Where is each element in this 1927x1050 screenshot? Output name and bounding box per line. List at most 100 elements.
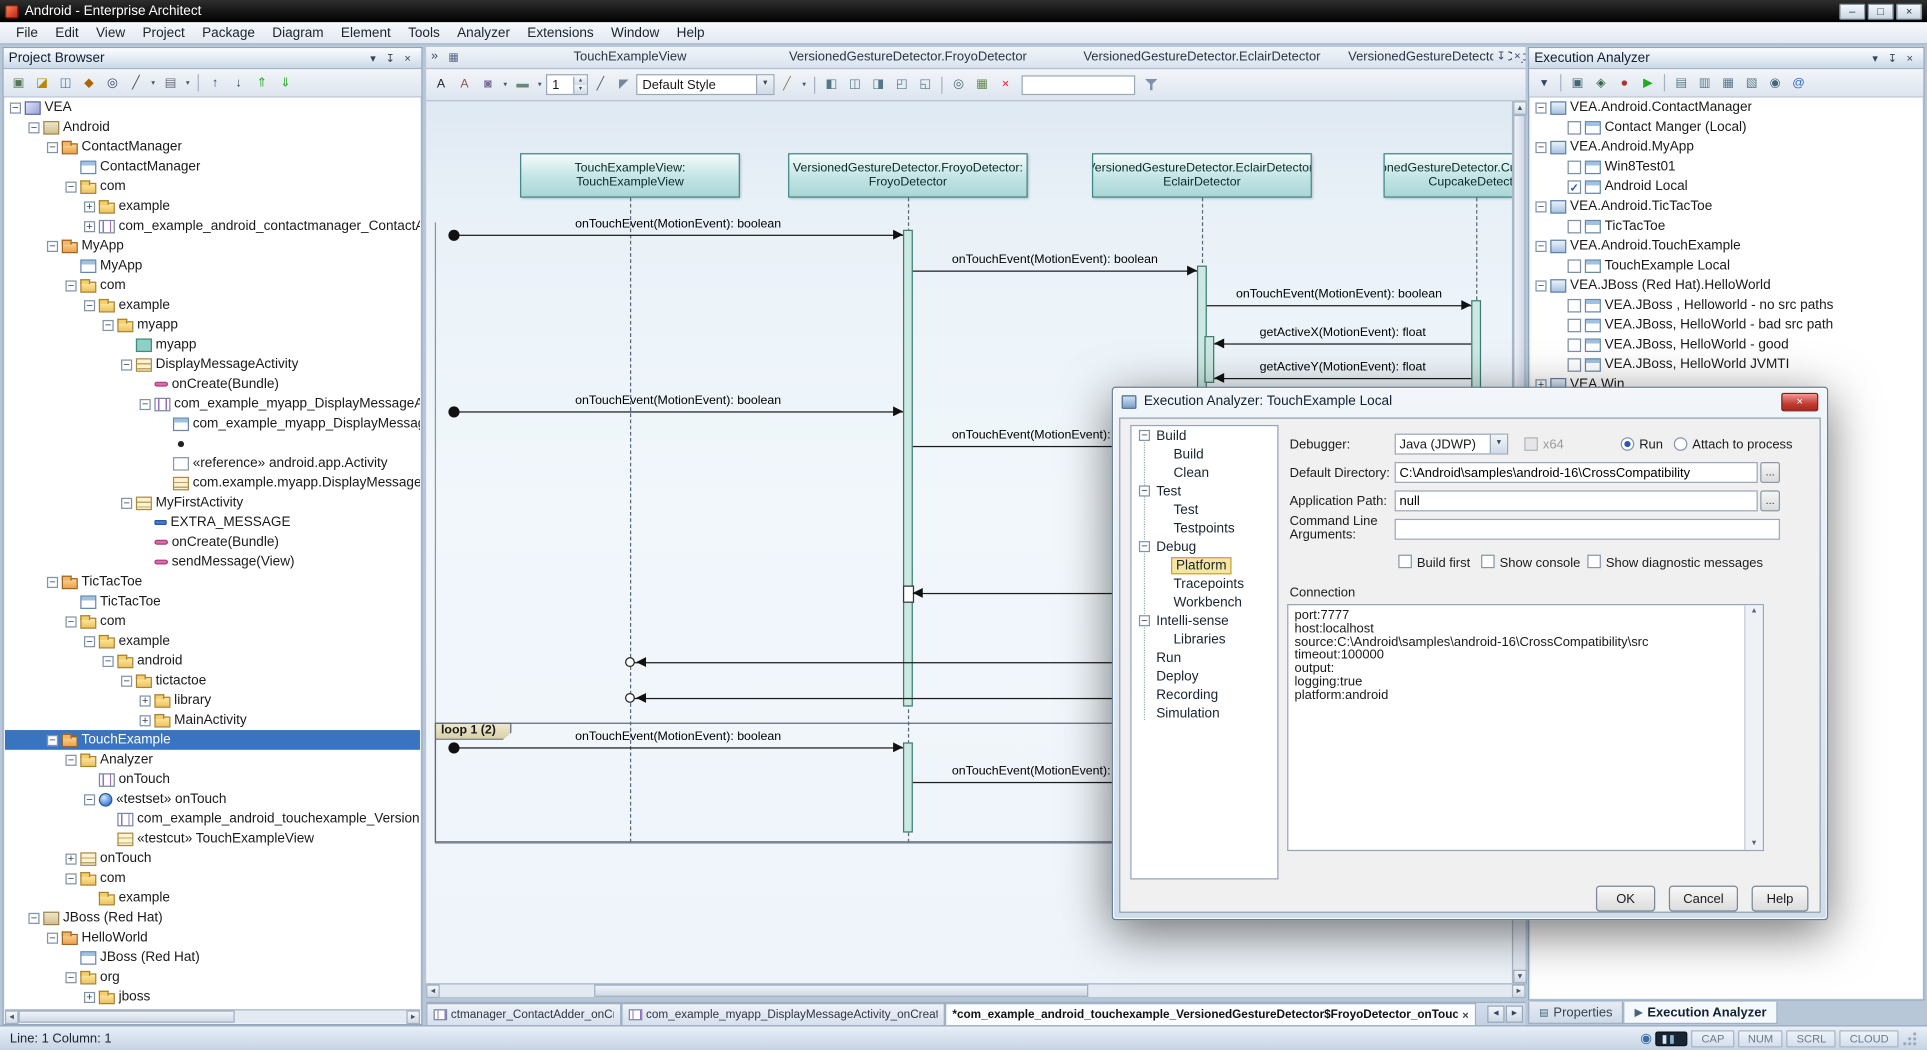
unchecked-checkbox[interactable] bbox=[1568, 318, 1582, 332]
chevron-down-icon[interactable]: ▾ bbox=[799, 74, 809, 95]
collapse-icon[interactable]: − bbox=[84, 300, 95, 311]
open-script-icon[interactable]: ▣ bbox=[1566, 72, 1588, 93]
menu-item-project[interactable]: Project bbox=[134, 23, 194, 43]
collapse-icon[interactable]: − bbox=[84, 636, 95, 647]
dialog-tree-item[interactable]: Simulation bbox=[1131, 704, 1277, 723]
tree-item[interactable]: «testcut» TouchExampleView bbox=[5, 829, 420, 849]
canvas-hscrollbar[interactable]: ◄ ► bbox=[426, 983, 1525, 997]
menu-item-tools[interactable]: Tools bbox=[399, 23, 448, 43]
tree-item[interactable]: −example bbox=[5, 631, 420, 651]
tree-item[interactable]: −com bbox=[5, 177, 420, 197]
record-icon[interactable]: ● bbox=[1613, 72, 1635, 93]
profiler-icon[interactable]: ◉ bbox=[1764, 72, 1786, 93]
chevron-down-icon[interactable]: ▾ bbox=[183, 72, 193, 93]
tree-item[interactable]: VEA.JBoss, HelloWorld - good bbox=[1530, 335, 1922, 355]
call-stack-icon[interactable]: ▤ bbox=[1670, 72, 1692, 93]
debugger-select[interactable]: Java (JDWP) ▾ bbox=[1395, 434, 1509, 455]
menu-item-analyzer[interactable]: Analyzer bbox=[448, 23, 518, 43]
scroll-track[interactable] bbox=[440, 985, 1512, 997]
tree-item[interactable]: −ContactManager bbox=[5, 137, 420, 157]
browse-application-path-button[interactable]: ... bbox=[1760, 490, 1780, 511]
text-style-icon[interactable]: A bbox=[453, 74, 475, 95]
message-label[interactable]: onTouchEvent(MotionEvent): boolean bbox=[952, 253, 1158, 267]
scroll-right-button[interactable]: ► bbox=[406, 1010, 420, 1024]
project-browser-hscrollbar[interactable]: ◄ ► bbox=[5, 1009, 420, 1023]
unchecked-checkbox[interactable] bbox=[1568, 219, 1582, 233]
tool-window-tab[interactable]: ▶Execution Analyzer bbox=[1624, 1002, 1778, 1024]
scroll-thumb[interactable] bbox=[1513, 115, 1525, 424]
build-first-checkbox[interactable] bbox=[1398, 555, 1412, 569]
scroll-left-button[interactable]: ◄ bbox=[5, 1010, 19, 1024]
tree-item[interactable]: VEA.JBoss, HelloWorld - bad src path bbox=[1530, 315, 1922, 335]
collapse-icon[interactable]: − bbox=[65, 280, 76, 291]
browse-default-directory-button[interactable]: ... bbox=[1760, 462, 1780, 483]
edit-icon[interactable]: ╱ bbox=[125, 72, 147, 93]
dialog-tree-item[interactable]: Clean bbox=[1131, 463, 1277, 482]
show-console-checkbox[interactable] bbox=[1481, 555, 1495, 569]
tree-item[interactable]: −com bbox=[5, 868, 420, 888]
sequence-message[interactable] bbox=[453, 411, 903, 412]
delete-icon[interactable]: × bbox=[994, 74, 1016, 95]
fill-color-icon[interactable]: ◙ bbox=[477, 74, 499, 95]
collapse-icon[interactable]: − bbox=[47, 240, 58, 251]
next-tab-button[interactable]: ► bbox=[1506, 1006, 1523, 1023]
help-button[interactable]: Help bbox=[1752, 886, 1809, 912]
close-button[interactable]: × bbox=[1896, 3, 1922, 19]
dialog-tree-item[interactable]: Workbench bbox=[1131, 593, 1277, 612]
menu-item-diagram[interactable]: Diagram bbox=[264, 23, 333, 43]
prev-tab-button[interactable]: ◄ bbox=[1487, 1006, 1504, 1023]
collapse-icon[interactable]: − bbox=[1535, 240, 1546, 251]
document-tab[interactable]: *com_example_android_touchexample_Versio… bbox=[945, 1003, 1476, 1025]
tree-item[interactable]: com.example.myapp.DisplayMessageActivity bbox=[5, 473, 420, 493]
dialog-tree-item[interactable]: Run bbox=[1131, 649, 1277, 668]
line-width-spinner[interactable]: 1▴▾ bbox=[546, 74, 588, 95]
scroll-up-button[interactable]: ▲ bbox=[1513, 101, 1527, 115]
tree-item[interactable]: onCreate(Bundle) bbox=[5, 374, 420, 394]
move-up-icon[interactable]: ⇑ bbox=[251, 72, 273, 93]
collapse-icon[interactable]: − bbox=[84, 794, 95, 805]
format-painter-icon[interactable]: ╱ bbox=[776, 74, 798, 95]
tree-item[interactable]: −myapp bbox=[5, 315, 420, 335]
scroll-down-button[interactable]: ▼ bbox=[1513, 970, 1527, 984]
lifeline-header-0[interactable]: TouchExampleView bbox=[573, 49, 686, 64]
chevron-down-icon[interactable]: ▾ bbox=[148, 72, 158, 93]
tree-item[interactable]: −VEA.Android.MyApp bbox=[1530, 137, 1922, 157]
dialog-tree-item[interactable]: −Test bbox=[1131, 482, 1277, 501]
tree-item[interactable]: −JBoss (Red Hat) bbox=[5, 908, 420, 928]
analyzer-menu-icon[interactable]: ▾ bbox=[1533, 72, 1555, 93]
line-color-icon[interactable]: ▬ bbox=[511, 74, 533, 95]
dialog-tree-item[interactable]: Testpoints bbox=[1131, 519, 1277, 538]
dialog-tree-item[interactable]: Test bbox=[1131, 500, 1277, 519]
chevron-down-icon[interactable]: ▾ bbox=[500, 74, 510, 95]
collapse-icon[interactable]: − bbox=[1535, 280, 1546, 291]
activation-bar[interactable] bbox=[903, 742, 913, 832]
tree-item[interactable]: com_example_myapp_DisplayMessageActivity… bbox=[5, 414, 420, 434]
scroll-left-button[interactable]: ◄ bbox=[426, 985, 440, 999]
tree-item[interactable]: −org bbox=[5, 967, 420, 987]
spin-down-icon[interactable]: ▾ bbox=[573, 85, 587, 94]
execution-analyzer-header[interactable]: Execution Analyzer ▾↧× bbox=[1529, 48, 1923, 69]
tree-item[interactable]: +library bbox=[5, 691, 420, 711]
font-color-icon[interactable]: A bbox=[430, 74, 452, 95]
message-label[interactable]: onTouchEvent(MotionEvent): boolean bbox=[575, 394, 781, 408]
dialog-close-button[interactable]: × bbox=[1781, 392, 1818, 411]
tree-item[interactable]: −VEA.Android.TouchExample bbox=[1530, 236, 1922, 256]
tree-item[interactable]: −tictactoe bbox=[5, 671, 420, 691]
menu-item-file[interactable]: File bbox=[7, 23, 46, 43]
collapse-icon[interactable]: − bbox=[47, 576, 58, 587]
dialog-tree-item[interactable]: Build bbox=[1131, 445, 1277, 464]
activation-bar[interactable] bbox=[1204, 336, 1214, 383]
collapse-icon[interactable]: − bbox=[65, 873, 76, 884]
close-icon[interactable]: × bbox=[1901, 50, 1918, 66]
tree-item[interactable]: +MainActivity bbox=[5, 710, 420, 730]
sequence-message[interactable] bbox=[453, 747, 903, 748]
new-element-icon[interactable]: ◆ bbox=[78, 72, 100, 93]
document-tab[interactable]: com_example_myapp_DisplayMessageActivity… bbox=[621, 1003, 945, 1025]
memory-icon[interactable]: ▦ bbox=[1717, 72, 1739, 93]
menu-item-help[interactable]: Help bbox=[668, 23, 713, 43]
tree-item[interactable]: example bbox=[5, 888, 420, 908]
expand-icon[interactable]: + bbox=[140, 695, 151, 706]
lifeline-header-2[interactable]: VersionedGestureDetector.EclairDetector bbox=[1083, 49, 1320, 64]
tree-item[interactable]: myapp bbox=[5, 335, 420, 355]
dialog-tree-item[interactable]: Deploy bbox=[1131, 667, 1277, 686]
